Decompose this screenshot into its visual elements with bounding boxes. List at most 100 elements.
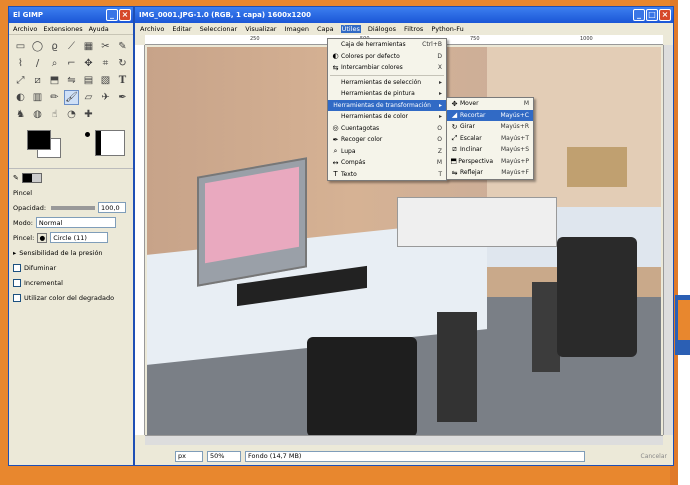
pressure-label[interactable]: Sensibilidad de la presión	[19, 249, 102, 257]
menu-imagen[interactable]: Imagen	[283, 25, 309, 33]
crop-icon[interactable]: ⌗	[98, 56, 113, 71]
horizontal-scrollbar[interactable]	[145, 435, 663, 445]
menu-item[interactable]: ⇆ Intercambiar colores X	[328, 62, 446, 74]
opacity-slider[interactable]	[51, 205, 96, 210]
menu-python-fu[interactable]: Python-Fu	[430, 25, 464, 33]
menu-item[interactable]: ✒ Recoger color O	[328, 134, 446, 146]
menu-item[interactable]: Herramientas de transformación ▸	[328, 99, 446, 111]
unit-select[interactable]: px	[175, 450, 203, 462]
close-button[interactable]: ×	[119, 9, 131, 21]
text-tool-icon[interactable]: ▤	[81, 73, 96, 88]
measure-icon[interactable]: ⌐	[64, 56, 79, 71]
menu-item-shortcut: Mayús+T	[500, 134, 529, 142]
left-ruler[interactable]	[135, 45, 145, 435]
minimize-button[interactable]: _	[106, 9, 118, 21]
menu-item[interactable]: ◢ Recortar Mayús+C	[447, 109, 533, 121]
menu-item[interactable]: ◐ Colores por defecto D	[328, 51, 446, 63]
gradient-checkbox[interactable]	[13, 293, 21, 302]
menu-utiles[interactable]: Útiles	[340, 25, 361, 33]
flip-icon[interactable]: ⇋	[64, 73, 79, 88]
menu-capa[interactable]: Capa	[316, 25, 335, 33]
fade-checkbox[interactable]	[13, 263, 21, 272]
move-icon[interactable]: ✥	[81, 56, 96, 71]
airbrush-icon[interactable]: ✈	[98, 90, 113, 105]
photo-printer	[397, 197, 557, 247]
menu-item[interactable]: ⧄ Inclinar Mayús+S	[447, 144, 533, 156]
perspective-icon[interactable]: ⬒	[47, 73, 62, 88]
foreground-color[interactable]	[27, 130, 51, 150]
menu-item[interactable]: Herramientas de selección ▸	[328, 77, 446, 89]
vertical-scrollbar[interactable]	[663, 45, 673, 435]
menu-item[interactable]: ⬒ Perspectiva Mayús+P	[447, 156, 533, 168]
magnify-icon[interactable]: ⌕	[47, 56, 62, 71]
expand-icon[interactable]: ▸	[13, 249, 16, 257]
brush-button[interactable]: ●	[37, 232, 48, 243]
maximize-button[interactable]: □	[646, 9, 658, 21]
menu-ayuda[interactable]: Ayuda	[89, 25, 109, 33]
minimize-button[interactable]: _	[633, 9, 645, 21]
menu-filtros[interactable]: Filtros	[403, 25, 424, 33]
menu-item[interactable]: ✥ Mover M	[447, 98, 533, 110]
rect-select-icon[interactable]: ▭	[13, 39, 28, 54]
text-icon[interactable]: T	[115, 73, 130, 88]
menu-item[interactable]: Caja de herramientas Ctrl+B	[328, 39, 446, 51]
close-button[interactable]: ×	[659, 9, 671, 21]
gradient-icon[interactable]: ▥	[30, 90, 45, 105]
menu-extensiones[interactable]: Extensiones	[43, 25, 82, 33]
rotate-icon[interactable]: ↻	[115, 56, 130, 71]
bucket-fill-icon[interactable]: ▧	[98, 73, 113, 88]
color-picker-icon[interactable]: ⌇	[13, 56, 28, 71]
fuzzy-select-icon[interactable]: ⟋	[64, 39, 79, 54]
divider	[9, 168, 133, 169]
clone-icon[interactable]: ♞	[13, 107, 28, 122]
opacity-field[interactable]: 100,0	[98, 202, 127, 213]
brush-preview-icon[interactable]	[85, 132, 90, 137]
heal-icon[interactable]: ✚	[81, 107, 96, 122]
photo-monitor-screen	[205, 166, 299, 264]
ruler-tick: 750	[470, 36, 480, 42]
color-select-icon[interactable]: ▦	[81, 39, 96, 54]
paintbrush-icon[interactable]: 🖌	[64, 90, 79, 105]
smudge-icon[interactable]: ☝	[47, 107, 62, 122]
zoom-select[interactable]: 50%	[207, 450, 241, 462]
shear-icon[interactable]: ⧄	[30, 73, 45, 88]
menu-item[interactable]: ↔ Compás M	[328, 157, 446, 169]
convolve-icon[interactable]: ◍	[30, 107, 45, 122]
gradient-label: Utilizar color del degradado	[24, 293, 115, 302]
ink-icon[interactable]: ✒	[115, 90, 130, 105]
menu-item-icon: ⧄	[452, 145, 457, 154]
menu-item[interactable]: ↻ Girar Mayús+R	[447, 121, 533, 133]
menu-item-icon: ⤢	[451, 133, 458, 142]
menu-item[interactable]: Herramientas de color ▸	[328, 111, 446, 123]
menu-editar[interactable]: Editar	[171, 25, 192, 33]
gradient-preview[interactable]	[95, 130, 125, 156]
menu-visualizar[interactable]: Visualizar	[244, 25, 277, 33]
free-select-icon[interactable]: ϱ	[47, 39, 62, 54]
menu-archivo[interactable]: Archivo	[13, 25, 37, 33]
blend-icon[interactable]: ◐	[13, 90, 28, 105]
menu-seleccionar[interactable]: Seleccionar	[199, 25, 239, 33]
menu-item[interactable]: ◎ Cuentagotas O	[328, 123, 446, 135]
menu-item[interactable]: T Texto T	[328, 169, 446, 181]
pencil-icon[interactable]: ✏	[47, 90, 62, 105]
menu-item-shortcut: ▸	[438, 101, 442, 109]
paths-icon[interactable]: ✎	[115, 39, 130, 54]
pencil-tool-icon[interactable]: /	[30, 56, 45, 71]
mode-select[interactable]: Normal	[35, 217, 116, 228]
menu-dialogos[interactable]: Diálogos	[367, 25, 397, 33]
scale-icon[interactable]: ⤢	[13, 73, 28, 88]
eraser-icon[interactable]: ▱	[81, 90, 96, 105]
menu-item[interactable]: ⤢ Escalar Mayús+T	[447, 133, 533, 145]
cancel-button[interactable]: Cancelar	[641, 453, 667, 460]
image-titlebar[interactable]: IMG_0001.JPG-1.0 (RGB, 1 capa) 1600x1200…	[135, 7, 673, 23]
dodge-icon[interactable]: ◔	[64, 107, 79, 122]
menu-archivo[interactable]: Archivo	[139, 25, 165, 33]
photo-boxes	[567, 147, 627, 187]
menu-item[interactable]: Herramientas de pintura ▸	[328, 88, 446, 100]
ellipse-select-icon[interactable]: ◯	[30, 39, 45, 54]
menu-item[interactable]: ⌕ Lupa Z	[328, 146, 446, 158]
incremental-checkbox[interactable]	[13, 278, 21, 287]
toolbox-titlebar[interactable]: El GIMP _ ×	[9, 7, 133, 23]
scissors-icon[interactable]: ✂	[98, 39, 113, 54]
menu-item[interactable]: ⇋ Reflejar Mayús+F	[447, 167, 533, 179]
